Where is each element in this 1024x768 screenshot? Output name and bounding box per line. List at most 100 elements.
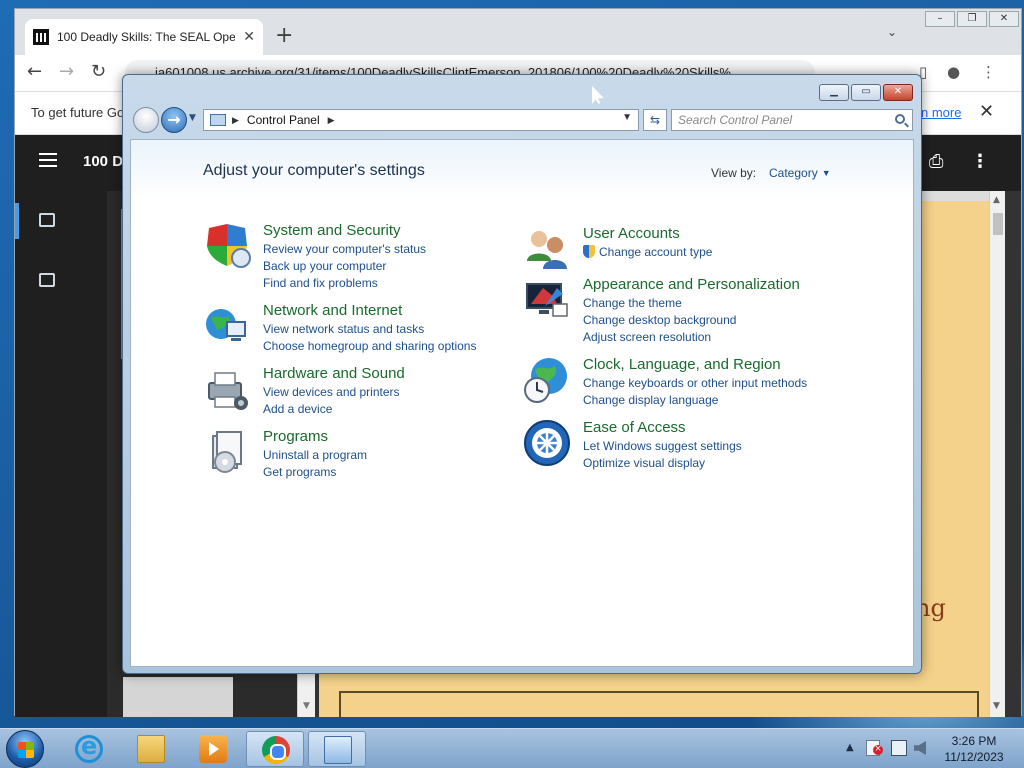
chrome-window-buttons: – ❐ ✕ (925, 11, 1019, 27)
network-icon[interactable] (891, 740, 907, 756)
list-view-icon[interactable] (39, 273, 55, 287)
category-title[interactable]: Hardware and Sound (263, 365, 405, 382)
category-link[interactable]: Back up your computer (263, 259, 386, 273)
volume-icon[interactable] (914, 741, 926, 755)
page-title: Adjust your computer's settings (203, 162, 425, 179)
chrome-restore-button[interactable]: ❐ (957, 11, 987, 27)
profile-icon[interactable]: ● (947, 63, 960, 81)
category-link[interactable]: Find and fix problems (263, 276, 378, 290)
infobar-learn-more-link[interactable]: n more (921, 105, 961, 120)
category-link[interactable]: Change keyboards or other input methods (583, 376, 807, 390)
monitor-paint-icon[interactable] (523, 276, 571, 324)
search-icon[interactable] (895, 114, 905, 124)
scroll-thumb[interactable] (993, 213, 1003, 235)
scroll-up-icon[interactable]: ▲ (993, 195, 1000, 205)
thumbnail-block (123, 677, 233, 717)
category-link[interactable]: Review your computer's status (263, 242, 426, 256)
category-link[interactable]: Change display language (583, 393, 718, 407)
control-panel-icon (210, 114, 226, 126)
category-title[interactable]: Network and Internet (263, 302, 402, 319)
view-by-dropdown[interactable]: Category ▼ (769, 166, 831, 180)
programs-icon[interactable] (203, 428, 251, 476)
system-clock[interactable]: 3:26 PM 11/12/2023 (938, 733, 1010, 765)
category-link[interactable]: Uninstall a program (263, 448, 367, 462)
tab-title: 100 Deadly Skills: The SEAL Oper (57, 30, 236, 44)
view-by-value: Category (769, 166, 818, 180)
hamburger-menu-icon[interactable] (39, 153, 57, 155)
category-link[interactable]: Change desktop background (583, 313, 736, 327)
show-hidden-icons-icon[interactable]: ▲ (846, 742, 854, 753)
category-title[interactable]: Clock, Language, and Region (583, 356, 781, 373)
reader-sidebar (15, 191, 107, 717)
address-dropdown-icon[interactable]: ▼ (622, 112, 632, 123)
reload-icon[interactable]: ↻ (91, 61, 106, 82)
chrome-icon (262, 736, 290, 764)
maximize-button[interactable]: ▭ (851, 84, 881, 101)
tab-search-icon[interactable]: ⌄ (887, 25, 897, 39)
taskbar-media-player[interactable] (184, 731, 242, 767)
print-icon[interactable]: ⎙ (929, 151, 943, 172)
category-link[interactable]: Get programs (263, 465, 336, 479)
category-link[interactable]: View devices and printers (263, 385, 400, 399)
media-player-icon (199, 735, 227, 763)
taskbar: ▲ 3:26 PM 11/12/2023 (0, 728, 1024, 768)
minimize-button[interactable]: ▁ (819, 84, 849, 101)
folder-icon (137, 735, 165, 763)
chrome-close-button[interactable]: ✕ (989, 11, 1019, 27)
image-view-icon[interactable] (39, 213, 55, 227)
category-link[interactable]: Optimize visual display (583, 456, 705, 470)
recent-pages-dropdown-icon[interactable]: ▼ (189, 113, 196, 123)
uac-shield-icon (583, 245, 595, 258)
breadcrumb-arrow-icon[interactable]: ▶ (328, 115, 335, 125)
category-link-text: Change account type (599, 245, 713, 259)
action-center-icon[interactable] (866, 740, 883, 756)
internet-explorer-icon (75, 732, 103, 763)
chrome-menu-icon[interactable]: ⋮ (981, 63, 996, 81)
category-title[interactable]: Ease of Access (583, 419, 686, 436)
shield-icon[interactable] (203, 222, 251, 270)
category-link[interactable]: View network status and tasks (263, 322, 424, 336)
forward-arrow-icon[interactable]: → (59, 61, 74, 82)
start-button[interactable] (6, 730, 44, 768)
clock-time: 3:26 PM (951, 734, 997, 748)
back-button[interactable] (133, 107, 159, 133)
control-panel-address-bar[interactable]: ▶ Control Panel ▶ ▼ (203, 109, 639, 131)
infobar-close-icon[interactable]: ✕ (979, 101, 994, 122)
new-tab-icon[interactable]: + (275, 23, 293, 48)
ease-of-access-icon[interactable] (523, 419, 571, 467)
category-title[interactable]: System and Security (263, 222, 401, 239)
control-panel-titlebar[interactable]: ▁ ▭ ✕ (123, 75, 921, 103)
globe-clock-icon[interactable] (523, 356, 571, 404)
category-link[interactable]: Add a device (263, 402, 332, 416)
users-icon[interactable] (523, 225, 571, 273)
browser-tab[interactable]: 100 Deadly Skills: The SEAL Oper ✕ (25, 19, 263, 55)
tab-close-icon[interactable]: ✕ (243, 29, 255, 45)
control-panel-content: Adjust your computer's settings View by:… (130, 139, 914, 667)
forward-button[interactable]: → (161, 107, 187, 133)
network-globe-icon[interactable] (203, 302, 251, 350)
back-arrow-icon[interactable]: ← (27, 61, 42, 82)
taskbar-file-explorer[interactable] (122, 731, 180, 767)
category-link[interactable]: Choose homegroup and sharing options (263, 339, 476, 353)
category-title[interactable]: User Accounts (583, 225, 680, 242)
category-link[interactable]: Adjust screen resolution (583, 330, 711, 344)
taskbar-internet-explorer[interactable] (60, 731, 118, 767)
chrome-minimize-button[interactable]: – (925, 11, 955, 27)
category-link[interactable]: Change account type (583, 245, 712, 259)
archive-favicon-icon (33, 29, 49, 45)
close-button[interactable]: ✕ (883, 84, 913, 101)
category-link[interactable]: Change the theme (583, 296, 682, 310)
taskbar-control-panel[interactable] (308, 731, 366, 767)
breadcrumb-control-panel[interactable]: Control Panel (247, 113, 320, 127)
breadcrumb-arrow-icon[interactable]: ▶ (232, 115, 239, 125)
page-scrollbar[interactable]: ▲ ▼ (989, 191, 1005, 717)
search-input[interactable]: Search Control Panel (671, 109, 913, 131)
scroll-down-icon[interactable]: ▼ (993, 701, 1000, 711)
refresh-icon[interactable]: ⇆ (643, 109, 667, 131)
category-link[interactable]: Let Windows suggest settings (583, 439, 742, 453)
category-title[interactable]: Programs (263, 428, 328, 445)
category-title[interactable]: Appearance and Personalization (583, 276, 800, 293)
taskbar-chrome[interactable] (246, 731, 304, 767)
more-options-icon[interactable]: ⋮ (971, 151, 989, 172)
printer-icon[interactable] (203, 365, 251, 413)
